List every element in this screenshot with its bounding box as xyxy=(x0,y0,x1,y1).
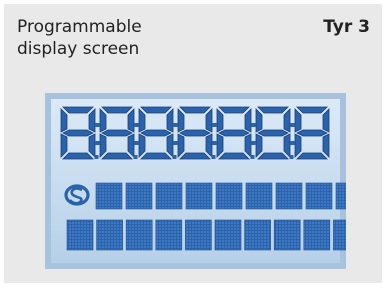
colon-dot xyxy=(251,141,256,145)
lcd-display xyxy=(45,93,346,269)
colon-dot xyxy=(173,123,178,127)
dot-matrix-cell xyxy=(155,182,183,210)
model-tag: Tyr 3 xyxy=(323,17,370,37)
dot-matrix-cell xyxy=(303,219,331,251)
decimal-point xyxy=(94,155,99,159)
card-title: Programmable display screen xyxy=(17,16,207,60)
title-line-2: display screen xyxy=(17,39,140,59)
decimal-point xyxy=(250,155,255,159)
colon-dot xyxy=(95,141,100,145)
dot-matrix-cell xyxy=(244,219,271,251)
decimal-point xyxy=(289,155,294,159)
decimal-point xyxy=(133,155,138,159)
dot-matrix-cell xyxy=(214,219,242,251)
colon-dot xyxy=(251,123,256,127)
colon-dot xyxy=(290,141,295,145)
dot-matrix-cell xyxy=(125,219,153,251)
dot-matrix-cell xyxy=(275,182,303,210)
dot-matrix-cell xyxy=(185,182,213,210)
dot-matrix-cell xyxy=(66,219,94,251)
dot-matrix-cell xyxy=(335,182,346,210)
title-line-1: Programmable xyxy=(17,17,142,37)
dot-matrix-cell xyxy=(155,219,183,251)
colon-dot xyxy=(95,123,100,127)
dot-matrix-cell xyxy=(273,219,301,251)
decimal-point xyxy=(172,155,177,159)
colon-dot xyxy=(212,141,217,145)
dot-matrix-row-1 xyxy=(95,182,346,210)
colon-dot xyxy=(212,123,217,127)
dot-matrix-row-2 xyxy=(66,219,346,251)
dot-matrix-cell xyxy=(96,219,123,251)
colon-dot xyxy=(173,141,178,145)
dot-matrix-cell xyxy=(245,182,273,210)
colon-dot xyxy=(290,123,295,127)
decimal-point xyxy=(211,155,216,159)
colon-dot xyxy=(134,141,139,145)
dot-matrix-cell xyxy=(333,219,346,251)
dot-matrix-cell xyxy=(95,182,123,210)
dot-matrix-cell xyxy=(305,182,333,210)
dot-matrix-cell xyxy=(215,182,243,210)
dot-matrix-cell xyxy=(125,182,153,210)
dot-matrix-cell xyxy=(185,219,212,251)
colon-dot xyxy=(134,123,139,127)
